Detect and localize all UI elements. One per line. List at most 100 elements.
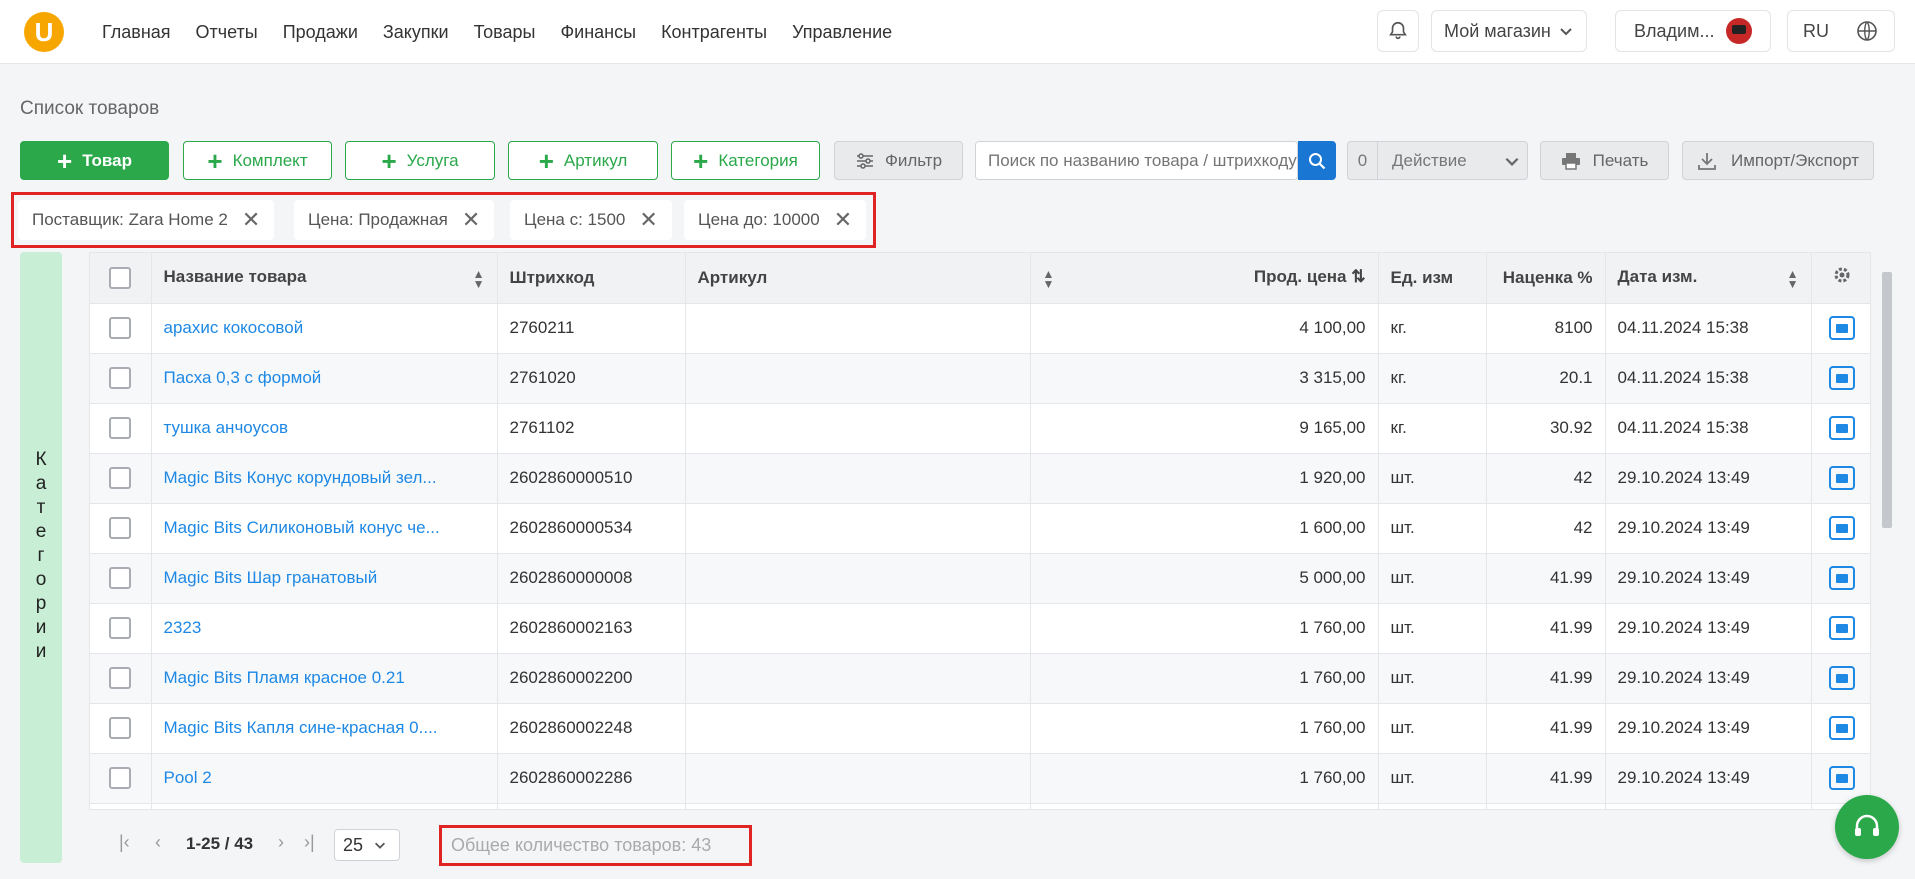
nav-item-sales[interactable]: Продажи xyxy=(283,22,358,43)
row-checkbox[interactable] xyxy=(109,317,132,339)
table-row[interactable]: Magic Bits Капля сине-красная 0.... 26028… xyxy=(90,703,1870,754)
add-article-button[interactable]: + Артикул xyxy=(508,141,658,180)
table-row[interactable]: Magic Bits Пламя красное 0.21 26028600022… xyxy=(90,653,1870,704)
row-checkbox[interactable] xyxy=(109,517,132,539)
filter-button[interactable]: Фильтр xyxy=(834,141,963,180)
user-menu[interactable]: Владим... xyxy=(1615,10,1771,52)
import-export-label: Импорт/Экспорт xyxy=(1730,150,1860,170)
row-checkbox[interactable] xyxy=(109,567,132,589)
add-kit-button[interactable]: + Комплект xyxy=(183,141,332,180)
add-service-button[interactable]: + Услуга xyxy=(345,141,495,180)
row-checkbox[interactable] xyxy=(109,717,132,739)
per-page-select[interactable]: 25 xyxy=(334,829,400,861)
nav-item-finance[interactable]: Финансы xyxy=(560,22,636,43)
product-name-link[interactable]: Magic Bits Жемчужный 0.25 xyxy=(151,803,498,809)
import-export-button[interactable]: Импорт/Экспорт xyxy=(1682,141,1874,180)
search-button[interactable] xyxy=(1298,141,1336,180)
close-icon[interactable]: ✕ xyxy=(462,209,480,231)
store-selector[interactable]: Мой магазин xyxy=(1431,10,1587,52)
sort-icon[interactable]: ▲ ▼ xyxy=(473,268,485,290)
column-header-date[interactable]: Дата изм. ▲ ▼ xyxy=(1605,253,1812,304)
product-name-link[interactable]: 2323 xyxy=(151,603,498,654)
print-icon[interactable] xyxy=(1828,666,1855,690)
product-name-link[interactable]: Magic Bits Конус корундовый зел... xyxy=(151,453,498,504)
print-icon[interactable] xyxy=(1828,766,1855,790)
app-logo[interactable]: U xyxy=(24,12,64,52)
print-icon[interactable] xyxy=(1828,416,1855,440)
row-checkbox[interactable] xyxy=(109,617,132,639)
product-name-link[interactable]: Magic Bits Шар гранатовый xyxy=(151,553,498,604)
column-header-unit[interactable]: Ед. изм xyxy=(1378,253,1487,304)
product-name-link[interactable]: Пасха 0,3 с формой xyxy=(151,353,498,404)
prev-page-icon[interactable]: ‹ xyxy=(155,832,161,853)
row-checkbox[interactable] xyxy=(109,767,132,789)
product-name-link[interactable]: арахис кокосовой xyxy=(151,303,498,354)
action-dropdown[interactable]: 0 Действие xyxy=(1347,141,1528,180)
last-page-icon[interactable]: ›| xyxy=(304,832,315,853)
table-scrollbar[interactable] xyxy=(1880,258,1894,858)
column-header-article[interactable]: Артикул xyxy=(685,253,1031,304)
table-row[interactable]: Magic Bits Жемчужный 0.25 xyxy=(90,803,1870,809)
sort-icon[interactable]: ▲ ▼ xyxy=(1043,268,1055,290)
notifications-button[interactable] xyxy=(1377,10,1419,52)
print-icon[interactable] xyxy=(1828,716,1855,740)
nav-item-contractors[interactable]: Контрагенты xyxy=(661,22,767,43)
search-input[interactable] xyxy=(976,142,1297,179)
row-checkbox[interactable] xyxy=(109,367,132,389)
column-header-price[interactable]: ▲ ▼ Прод. цена ⇅ xyxy=(1030,253,1379,304)
print-icon[interactable] xyxy=(1828,566,1855,590)
add-product-button[interactable]: + Товар xyxy=(20,141,169,180)
table-row[interactable]: Magic Bits Конус корундовый зел... 260286… xyxy=(90,453,1870,504)
row-checkbox[interactable] xyxy=(109,467,132,489)
print-icon[interactable] xyxy=(1828,516,1855,540)
print-icon[interactable] xyxy=(1828,466,1855,490)
language-selector[interactable]: RU xyxy=(1787,10,1895,52)
nav-item-home[interactable]: Главная xyxy=(102,22,171,43)
barcode-cell xyxy=(497,803,686,809)
table-row[interactable]: Pool 2 2602860002286 1 760,00 шт. 41.99 29.10… xyxy=(90,753,1870,804)
nav-item-purchases[interactable]: Закупки xyxy=(383,22,449,43)
table-row[interactable]: Magic Bits Силиконовый конус че... 260286… xyxy=(90,503,1870,554)
unit-cell: кг. xyxy=(1378,403,1487,454)
article-cell xyxy=(685,653,1031,704)
row-checkbox[interactable] xyxy=(109,417,132,439)
nav-item-products[interactable]: Товары xyxy=(474,22,536,43)
column-header-name[interactable]: Название товара ▲ ▼ xyxy=(151,253,498,304)
close-icon[interactable]: ✕ xyxy=(242,209,260,231)
sort-desc-icon[interactable]: ⇅ xyxy=(1351,267,1365,286)
product-name-link[interactable]: Magic Bits Капля сине-красная 0.... xyxy=(151,703,498,754)
print-icon[interactable] xyxy=(1828,366,1855,390)
next-page-icon[interactable]: › xyxy=(278,832,284,853)
table-row[interactable]: Magic Bits Шар гранатовый 2602860000008 5 … xyxy=(90,553,1870,604)
print-icon[interactable] xyxy=(1828,316,1855,340)
table-row[interactable]: Пасха 0,3 с формой 2761020 3 315,00 кг. 20.1… xyxy=(90,353,1870,404)
categories-panel-toggle[interactable]: К а т е г о р и и xyxy=(20,252,62,863)
print-button[interactable]: Печать xyxy=(1540,141,1669,180)
page-title: Список товаров xyxy=(20,98,160,119)
close-icon[interactable]: ✕ xyxy=(639,209,657,231)
product-name-link[interactable]: Magic Bits Силиконовый конус че... xyxy=(151,503,498,554)
product-name-link[interactable]: Pool 2 xyxy=(151,753,498,804)
product-name-link[interactable]: тушка анчоусов xyxy=(151,403,498,454)
column-header-barcode[interactable]: Штрихкод xyxy=(497,253,686,304)
table-row[interactable]: 2323 2602860002163 1 760,00 шт. 41.99 29.10.2… xyxy=(90,603,1870,654)
product-name-link[interactable]: Magic Bits Пламя красное 0.21 xyxy=(151,653,498,704)
row-checkbox[interactable] xyxy=(109,667,132,689)
markup-cell: 42 xyxy=(1486,453,1606,504)
scrollbar-thumb[interactable] xyxy=(1882,272,1892,528)
first-page-icon[interactable]: |‹ xyxy=(119,832,130,853)
table-row[interactable]: арахис кокосовой 2760211 4 100,00 кг. 8100 04… xyxy=(90,303,1870,354)
support-chat-button[interactable] xyxy=(1835,795,1899,859)
column-header-markup[interactable]: Наценка % xyxy=(1486,253,1606,304)
article-cell xyxy=(685,703,1031,754)
row-select-cell xyxy=(90,703,152,754)
table-row[interactable]: тушка анчоусов 2761102 9 165,00 кг. 30.92 04.… xyxy=(90,403,1870,454)
print-icon[interactable] xyxy=(1828,616,1855,640)
sort-icon[interactable]: ▲ ▼ xyxy=(1787,268,1799,290)
add-category-button[interactable]: + Категория xyxy=(671,141,820,180)
nav-item-management[interactable]: Управление xyxy=(792,22,892,43)
gear-icon[interactable] xyxy=(1832,265,1852,285)
close-icon[interactable]: ✕ xyxy=(834,209,852,231)
select-all-checkbox[interactable] xyxy=(109,266,132,289)
nav-item-reports[interactable]: Отчеты xyxy=(196,22,258,43)
